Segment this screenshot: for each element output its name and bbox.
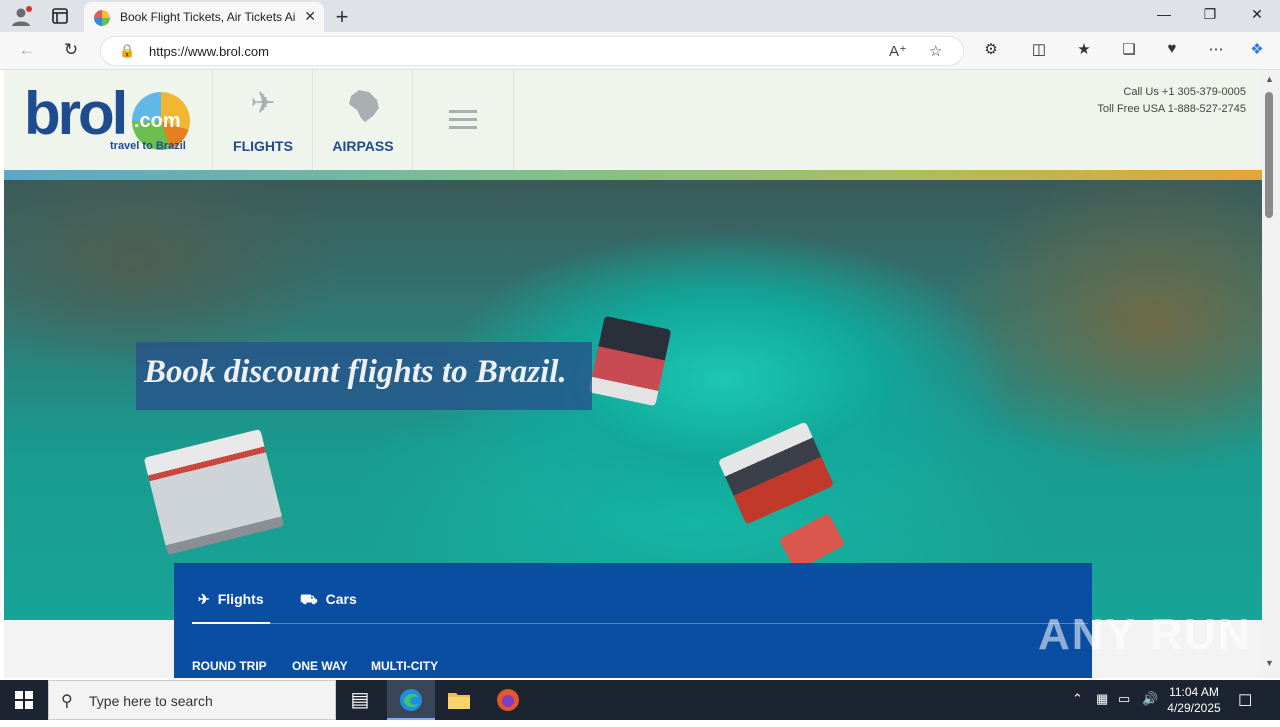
favorite-star-icon[interactable]: ☆ bbox=[929, 42, 942, 60]
network-icon[interactable]: ▭ bbox=[1118, 691, 1130, 707]
minimize-button[interactable]: — bbox=[1141, 6, 1187, 22]
search-icon: ⚲ bbox=[61, 693, 73, 710]
call-us-text: Call Us +1 305-379-0005 bbox=[1123, 86, 1246, 98]
firefox-icon[interactable] bbox=[484, 680, 532, 720]
lock-icon[interactable]: 🔒 bbox=[119, 43, 135, 59]
site-logo[interactable]: brol .com travel to Brazil bbox=[24, 84, 199, 154]
tab-flights[interactable]: ✈ Flights bbox=[198, 591, 264, 608]
contact-info: Call Us +1 305-379-0005 Toll Free USA 1-… bbox=[1097, 84, 1246, 118]
nav-airpass[interactable]: AIRPASS bbox=[312, 70, 412, 170]
taskbar-search-box[interactable]: ⚲ Type here to search bbox=[48, 680, 336, 720]
site-favicon-icon bbox=[94, 10, 110, 26]
nav-flights[interactable]: ✈ FLIGHTS bbox=[212, 70, 312, 170]
show-hidden-icons-chevron-icon[interactable]: ⌃ bbox=[1072, 691, 1083, 707]
windows-start-icon[interactable] bbox=[0, 680, 48, 720]
notifications-icon[interactable]: ☐ bbox=[1238, 691, 1252, 711]
tab-cars[interactable]: ⛟ Cars bbox=[300, 591, 357, 610]
brazil-map-icon bbox=[349, 90, 379, 122]
logo-suffix: .com bbox=[134, 110, 181, 132]
back-arrow-icon[interactable]: ← bbox=[16, 40, 38, 62]
hero-banner-image: Book discount flights to Brazil. bbox=[4, 180, 1262, 620]
split-screen-icon[interactable]: ◫ bbox=[1027, 40, 1051, 62]
volume-icon[interactable]: 🔊 bbox=[1142, 691, 1158, 707]
restore-button[interactable]: ❐ bbox=[1187, 6, 1233, 23]
scroll-down-icon[interactable]: ▼ bbox=[1265, 658, 1274, 668]
read-aloud-icon[interactable]: A⁺ bbox=[889, 42, 907, 60]
favorites-icon[interactable]: ★ bbox=[1072, 40, 1096, 62]
windows-taskbar: ⚲ Type here to search ▤ ⌃ ▦ ▭ 🔊 11:04 AM… bbox=[0, 680, 1280, 720]
page-scrollbar[interactable]: ▲ ▼ bbox=[1262, 70, 1280, 678]
new-tab-button[interactable]: + bbox=[330, 4, 354, 30]
airplane-icon: ✈ bbox=[198, 591, 210, 607]
logo-wordmark: brol bbox=[24, 80, 128, 147]
trip-type-round-trip[interactable]: ROUND TRIP bbox=[192, 659, 267, 673]
hero-headline: Book discount flights to Brazil. bbox=[136, 342, 592, 410]
url-text[interactable]: https://www.brol.com bbox=[149, 44, 269, 59]
close-window-button[interactable]: ✕ bbox=[1234, 6, 1280, 23]
tabs-divider bbox=[192, 623, 1088, 624]
browser-title-bar: Book Flight Tickets, Air Tickets Ai ✕ + … bbox=[0, 0, 1280, 32]
address-bar[interactable]: 🔒 https://www.brol.com A⁺ ☆ bbox=[100, 36, 964, 66]
browser-toolbar: ← ↻ 🔒 https://www.brol.com A⁺ ☆ ⚙ ◫ ★ ❏ … bbox=[0, 32, 1280, 70]
tab-flights-label: Flights bbox=[217, 591, 264, 607]
scrollbar-thumb[interactable] bbox=[1265, 92, 1273, 218]
tab-title: Book Flight Tickets, Air Tickets Ai bbox=[120, 10, 296, 24]
tab-actions-icon[interactable] bbox=[50, 6, 70, 26]
boat-1 bbox=[588, 315, 672, 407]
refresh-icon[interactable]: ↻ bbox=[60, 40, 82, 62]
active-tab-underline bbox=[192, 622, 270, 624]
collections-icon[interactable]: ❏ bbox=[1117, 40, 1141, 62]
profile-icon[interactable] bbox=[10, 6, 32, 26]
extensions-icon[interactable]: ⚙ bbox=[979, 40, 1003, 62]
hero-headline-text: Book discount flights to Brazil. bbox=[144, 354, 567, 390]
color-stripe bbox=[4, 170, 1262, 180]
copilot-icon[interactable]: ❖ bbox=[1245, 40, 1269, 62]
toll-free-text: Toll Free USA 1-888-527-2745 bbox=[1097, 103, 1246, 115]
edge-browser-icon[interactable] bbox=[387, 680, 435, 720]
hamburger-menu-icon[interactable] bbox=[412, 70, 514, 170]
logo-tagline: travel to Brazil bbox=[110, 140, 186, 152]
nav-airpass-label: AIRPASS bbox=[332, 138, 394, 154]
file-explorer-icon[interactable] bbox=[435, 680, 483, 720]
web-page: brol .com travel to Brazil ✈ FLIGHTS AIR… bbox=[4, 70, 1262, 678]
site-header: brol .com travel to Brazil ✈ FLIGHTS AIR… bbox=[4, 70, 1262, 170]
scroll-up-icon[interactable]: ▲ bbox=[1265, 74, 1274, 84]
browser-tab-active[interactable]: Book Flight Tickets, Air Tickets Ai ✕ bbox=[84, 2, 324, 32]
trip-type-multi-city[interactable]: MULTI-CITY bbox=[371, 659, 438, 673]
nav-flights-label: FLIGHTS bbox=[233, 138, 293, 154]
taskbar-search-placeholder: Type here to search bbox=[89, 693, 213, 709]
device-icon[interactable]: ▦ bbox=[1096, 691, 1108, 707]
tab-cars-label: Cars bbox=[325, 591, 357, 607]
anyrun-watermark: ANY RUN bbox=[1038, 610, 1252, 659]
airplane-icon: ✈ bbox=[250, 87, 276, 120]
boat-3 bbox=[143, 428, 285, 556]
task-view-icon[interactable]: ▤ bbox=[336, 680, 384, 720]
tab-close-icon[interactable]: ✕ bbox=[304, 8, 316, 25]
clock-date: 4/29/2025 bbox=[1167, 701, 1221, 715]
browser-essentials-icon[interactable]: ♥ bbox=[1160, 40, 1184, 62]
trip-type-one-way[interactable]: ONE WAY bbox=[292, 659, 348, 673]
boat-2 bbox=[717, 421, 835, 525]
car-icon: ⛟ bbox=[300, 591, 318, 607]
more-options-icon[interactable]: ⋯ bbox=[1204, 40, 1228, 62]
clock-time: 11:04 AM bbox=[1169, 685, 1219, 699]
flight-search-panel: ✈ Flights ⛟ Cars ROUND TRIP ONE WAY MULTI-… bbox=[174, 563, 1092, 678]
taskbar-clock[interactable]: 11:04 AM 4/29/2025 bbox=[1162, 684, 1226, 716]
